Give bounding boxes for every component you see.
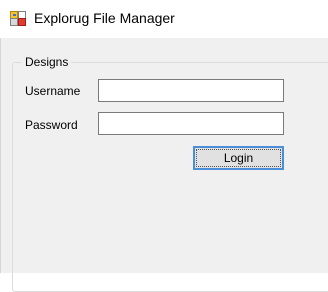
username-input[interactable] bbox=[98, 79, 284, 102]
username-label: Username bbox=[25, 84, 81, 98]
password-input[interactable] bbox=[98, 112, 284, 135]
password-label: Password bbox=[25, 118, 78, 132]
login-button[interactable]: Login bbox=[193, 146, 284, 170]
title-bar[interactable]: Explorug File Manager bbox=[0, 0, 328, 38]
main-window: Explorug File Manager Designs Username P… bbox=[0, 0, 328, 292]
designs-group-label: Designs bbox=[22, 55, 72, 69]
app-window-icon bbox=[10, 11, 26, 26]
window-title: Explorug File Manager bbox=[34, 10, 175, 26]
window-left-border bbox=[0, 38, 1, 273]
